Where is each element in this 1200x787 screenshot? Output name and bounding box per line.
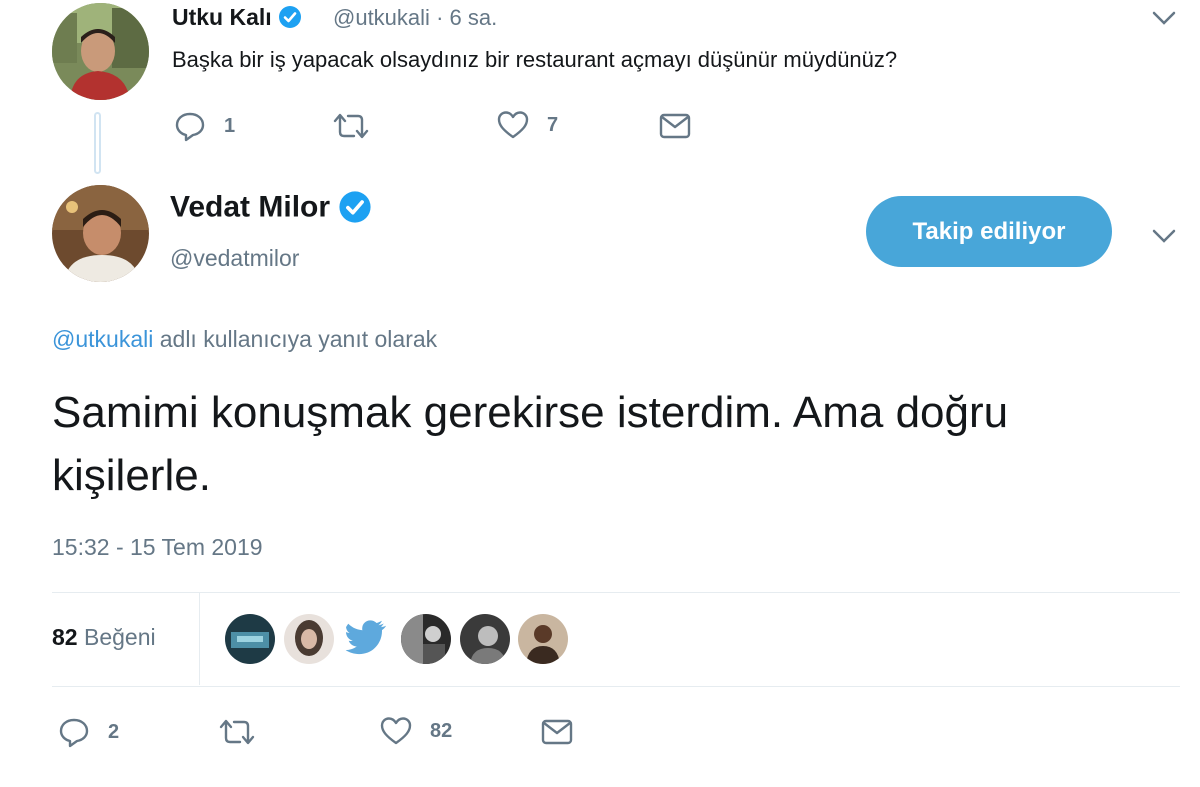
- liker-avatar[interactable]: [518, 614, 568, 664]
- likes-count: 82: [52, 624, 78, 650]
- parent-author-name[interactable]: Utku Kalı: [172, 4, 302, 32]
- dm-icon: [541, 719, 573, 745]
- reply-icon: [174, 110, 206, 142]
- parent-like-button[interactable]: 7: [497, 110, 558, 140]
- liker-avatar[interactable]: [284, 614, 334, 664]
- parent-dm-button[interactable]: [659, 113, 691, 139]
- parent-author-handle[interactable]: @utkukali · 6 sa.: [333, 5, 497, 31]
- parent-author-name-text[interactable]: Utku Kalı: [172, 4, 272, 30]
- liker-avatar[interactable]: [343, 614, 393, 664]
- liker-avatar[interactable]: [401, 614, 451, 664]
- divider: [52, 592, 1180, 593]
- likes-label: Beğeni: [83, 624, 156, 650]
- chevron-down-icon[interactable]: [1152, 10, 1176, 31]
- retweet-icon: [218, 718, 256, 746]
- retweet-icon: [332, 112, 370, 140]
- like-icon: [497, 110, 529, 140]
- parent-like-count: 7: [547, 113, 559, 136]
- following-button[interactable]: Takip ediliyor: [866, 196, 1112, 267]
- parent-reply-button[interactable]: 1: [174, 110, 235, 142]
- like-icon: [380, 716, 412, 746]
- main-author-handle[interactable]: @vedatmilor: [170, 245, 299, 272]
- main-author-name[interactable]: Vedat Milor: [170, 190, 372, 227]
- main-like-count: 82: [430, 719, 453, 742]
- parent-handle-text[interactable]: @utkukali: [333, 5, 430, 30]
- tweet-timestamp[interactable]: 15:32 - 15 Tem 2019: [52, 534, 263, 561]
- main-reply-count: 2: [108, 720, 120, 743]
- verified-icon: [338, 190, 372, 227]
- thread-connector-line: [94, 112, 101, 174]
- reply-icon: [58, 716, 90, 748]
- parent-time[interactable]: · 6 sa.: [436, 5, 497, 30]
- main-tweet-text: Samimi konuşmak gerekirse isterdim. Ama …: [52, 388, 1009, 500]
- main-reply-button[interactable]: 2: [58, 716, 119, 748]
- reply-context-suffix: adlı kullanıcıya yanıt olarak: [153, 326, 438, 352]
- avatar-vedatmilor[interactable]: [52, 185, 149, 282]
- reply-context: @utkukali adlı kullanıcıya yanıt olarak: [52, 326, 437, 353]
- avatar-utkukali[interactable]: [52, 3, 149, 100]
- chevron-down-icon[interactable]: [1152, 228, 1176, 249]
- verified-icon: [278, 5, 302, 32]
- main-retweet-button[interactable]: [218, 718, 274, 746]
- reply-mention-link[interactable]: @utkukali: [52, 326, 153, 352]
- divider: [52, 686, 1180, 687]
- parent-retweet-button[interactable]: [332, 112, 388, 140]
- main-author-name-text[interactable]: Vedat Milor: [170, 190, 330, 223]
- main-dm-button[interactable]: [541, 719, 573, 745]
- liker-avatar[interactable]: [225, 614, 275, 664]
- liker-avatar[interactable]: [460, 614, 510, 664]
- parent-tweet-text: Başka bir iş yapacak olsaydınız bir rest…: [172, 47, 898, 72]
- likes-stat[interactable]: 82 Beğeni: [52, 624, 156, 651]
- main-like-button[interactable]: 82: [380, 716, 452, 746]
- dm-icon: [659, 113, 691, 139]
- parent-reply-count: 1: [224, 114, 236, 137]
- stats-divider: [199, 592, 200, 685]
